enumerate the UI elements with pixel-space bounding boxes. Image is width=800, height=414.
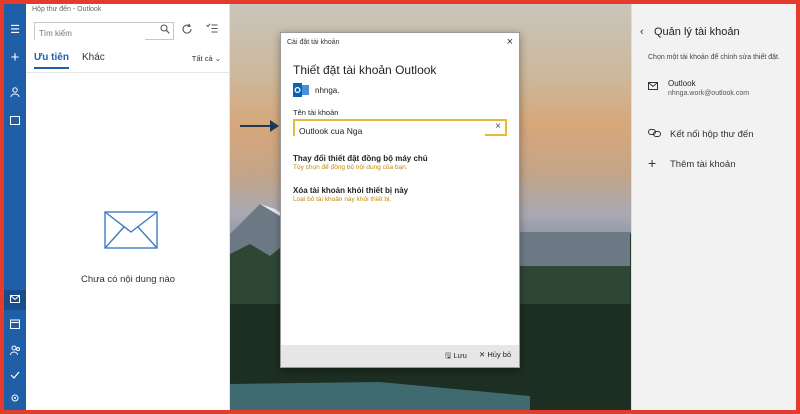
- account-name-input[interactable]: [295, 124, 485, 138]
- account-item-email[interactable]: nhnga.work@outlook.com: [668, 90, 749, 97]
- folder-icon[interactable]: [4, 112, 26, 132]
- cancel-button[interactable]: ✕ Hủy bỏ: [479, 350, 511, 359]
- manage-accounts-panel: ‹ Quản lý tài khoản Chọn một tài khoản đ…: [631, 4, 796, 410]
- sync-settings-link[interactable]: Thay đổi thiết đặt đồng bộ máy chủ: [293, 154, 428, 163]
- mail-list-pane: Hộp thư đến - Outlook Ưu tiên Khác Tất c…: [26, 4, 230, 410]
- calendar-icon[interactable]: [4, 316, 26, 336]
- panel-subtitle: Chọn một tài khoản để chỉnh sửa thiết đặ…: [648, 54, 780, 61]
- outlook-logo-icon: [293, 83, 309, 97]
- mail-icon[interactable]: [4, 290, 26, 310]
- remove-account-link[interactable]: Xóa tài khoản khỏi thiết bị này: [293, 186, 408, 195]
- nav-rail: ☰ +: [4, 4, 26, 410]
- account-name: nhnga.: [315, 86, 340, 95]
- people-icon[interactable]: [4, 342, 26, 362]
- cancel-label: Hủy bỏ: [487, 350, 512, 359]
- menu-icon[interactable]: ☰: [4, 20, 26, 40]
- account-name-label: Tên tài khoản: [293, 108, 339, 117]
- mail-icon: [648, 82, 658, 93]
- empty-state-text: Chưa có nội dung nào: [80, 274, 176, 285]
- link-icon: [648, 128, 661, 141]
- remove-account-desc: Loại bỏ tài khoản này khỏi thiết bị.: [293, 196, 392, 203]
- divider: [26, 72, 230, 73]
- panel-title: Quản lý tài khoản: [654, 26, 740, 38]
- app-window: ☰ + Hộp thư đến - Outlook Tìm kiếm Ưu ti…: [4, 4, 796, 410]
- search-input[interactable]: [35, 25, 145, 42]
- tab-focused[interactable]: Ưu tiên: [34, 52, 69, 69]
- add-icon: +: [648, 155, 657, 171]
- window-title: Hộp thư đến - Outlook: [32, 6, 102, 13]
- person-icon[interactable]: [4, 84, 26, 104]
- save-button[interactable]: 🖫 Lưu: [445, 350, 467, 363]
- account-item-title[interactable]: Outlook: [668, 79, 696, 88]
- compose-icon[interactable]: +: [4, 48, 26, 68]
- account-name-field[interactable]: ×: [293, 119, 507, 138]
- select-mode-icon[interactable]: [206, 23, 218, 37]
- search-icon[interactable]: [160, 24, 170, 37]
- sync-settings-desc: Tùy chọn để đồng bộ nội dung của bạn.: [293, 164, 408, 171]
- cancel-icon: ✕: [479, 350, 486, 359]
- close-icon[interactable]: ×: [507, 36, 513, 48]
- dialog-footer: 🖫 Lưu ✕ Hủy bỏ: [281, 345, 519, 367]
- dialog-heading: Thiết đặt tài khoản Outlook: [293, 63, 437, 77]
- save-label: Lưu: [453, 351, 467, 360]
- add-account-button[interactable]: Thêm tài khoản: [670, 159, 735, 170]
- clear-icon[interactable]: ×: [495, 121, 501, 132]
- settings-icon[interactable]: [4, 390, 26, 410]
- back-icon[interactable]: ‹: [640, 26, 644, 38]
- filter-dropdown[interactable]: Tất cả ⌄: [192, 54, 221, 63]
- sync-icon[interactable]: [181, 23, 193, 38]
- search-box[interactable]: [34, 22, 174, 42]
- dialog-title: Cài đặt tài khoản: [287, 39, 340, 46]
- save-icon: 🖫: [445, 351, 452, 360]
- tab-other[interactable]: Khác: [82, 52, 105, 63]
- empty-mail-icon: [104, 211, 158, 254]
- pointer-arrow: [240, 119, 280, 138]
- todo-icon[interactable]: [4, 366, 26, 386]
- link-inboxes-button[interactable]: Kết nối hộp thư đến: [670, 129, 753, 140]
- account-settings-dialog: Cài đặt tài khoản × Thiết đặt tài khoản …: [280, 32, 520, 368]
